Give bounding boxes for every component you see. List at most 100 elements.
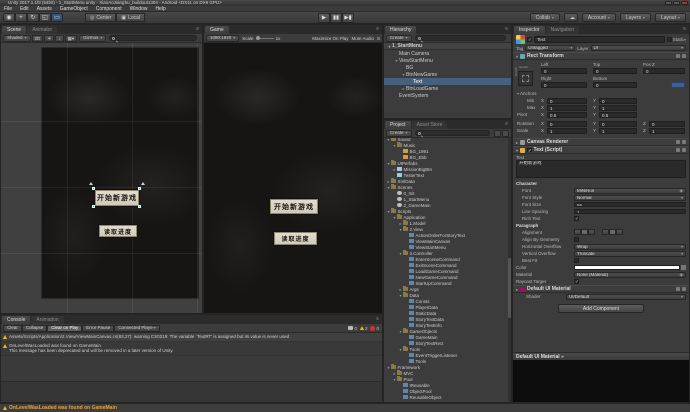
tab-navigation[interactable]: Navigation [546,26,580,34]
tab-asset-store[interactable]: Asset Store [412,121,448,129]
static-dropdown-icon[interactable]: ▾ [684,37,686,42]
foldout-arrow-icon[interactable]: ▾ [517,91,519,96]
rect-transform-header[interactable]: ▾ Rect Transform [513,52,689,60]
pause-button[interactable]: ▮▮ [330,13,342,23]
pivot-y-field[interactable]: 0.5 [599,112,637,118]
align-right-button[interactable] [588,229,595,235]
rect-tool-button[interactable]: ▭ [51,13,63,22]
menu-file[interactable]: File [0,6,16,12]
component-enabled-checkbox[interactable]: ✓ [527,148,532,153]
help-icon[interactable] [676,287,680,291]
gear-icon[interactable] [682,148,686,152]
scrollbar-thumb[interactable] [508,258,511,318]
close-button[interactable] [681,1,688,5]
shading-mode-dropdown[interactable]: Shaded▾ [3,35,31,42]
font-style-dropdown[interactable]: Normal▾ [574,195,686,201]
help-icon[interactable] [676,54,680,58]
pane-menu-icon[interactable]: ≡ [505,27,508,32]
mute-audio-button[interactable]: Mute Audio [351,36,374,41]
scale-tool-button[interactable]: ◱ [39,13,51,22]
hand-tool-button[interactable]: ◉ [3,13,15,22]
hierarchy-search-input[interactable] [415,35,506,41]
eyedropper-icon[interactable] [681,265,686,270]
pane-menu-icon[interactable]: ≡ [376,27,379,32]
scale-x-field[interactable]: 1 [547,128,587,134]
error-count-badge[interactable]: 0 [370,326,379,331]
layout-button[interactable]: Layout▾ [655,13,686,22]
gear-icon[interactable] [682,287,686,291]
console-clear-button[interactable]: Clear [3,325,22,332]
right-field[interactable]: 0 [541,82,587,88]
rect-handle[interactable] [92,205,95,208]
top-field[interactable]: 0 [593,68,637,74]
preview-header[interactable]: Default UI Material▸ [513,352,689,360]
active-checkbox[interactable]: ✓ [527,37,532,42]
min-y-field[interactable]: 0 [599,98,637,104]
max-y-field[interactable]: 1 [599,105,637,111]
maximize-button[interactable] [673,1,680,5]
gear-icon[interactable] [682,54,686,58]
left-field[interactable]: 0 [541,68,587,74]
rect-handle[interactable] [138,205,141,208]
console-error-pause-button[interactable]: Error Pause [82,325,114,332]
game-btn-load-game[interactable]: 读取进度 [273,231,318,246]
warning-count-badge[interactable]: 2 [360,326,368,331]
help-icon[interactable] [676,148,680,152]
menu-edit[interactable]: Edit [16,6,33,12]
aspect-dropdown[interactable]: 1080:1920▾ [206,35,239,42]
foldout-arrow-icon[interactable]: ▸ [516,140,518,145]
horizontal-overflow-dropdown[interactable]: Wrap▾ [574,244,686,250]
material-field[interactable]: None (Material)◉ [574,272,686,278]
raycast-target-checkbox[interactable]: ✓ [574,279,579,284]
static-checkbox[interactable] [667,37,672,42]
pivot-center-button[interactable]: ◎Center [85,13,116,22]
hierarchy-item-text[interactable]: Text [384,78,511,85]
scene-btn-load-game[interactable]: 读取进度 [98,224,138,238]
gameobject-name-field[interactable]: Text [534,36,665,43]
line-spacing-field[interactable]: 1 [574,209,686,215]
foldout-arrow-icon[interactable]: ▸ [516,287,518,292]
scale-z-field[interactable]: 1 [649,128,685,134]
log-count-badge[interactable]: 0 [348,326,357,331]
console-clear-on-play-button[interactable]: Clear on Play [47,325,82,332]
pane-menu-icon[interactable]: ≡ [505,122,508,127]
game-viewport[interactable]: 开始新游戏 读取进度 [204,43,382,313]
blueprint-mode-button[interactable] [671,82,685,88]
scale-y-field[interactable]: 1 [599,128,637,134]
layer-dropdown[interactable]: UI▾ [591,45,686,51]
account-button[interactable]: Account▾ [582,13,616,22]
space-local-button[interactable]: ▣Local [116,13,145,22]
tab-project[interactable]: Project [385,121,411,129]
posz-field[interactable]: 0 [643,68,685,74]
audio-toggle-icon[interactable]: ♪ [55,35,63,42]
best-fit-checkbox[interactable] [574,258,579,263]
scene-viewport[interactable]: 开始新游戏 读取进度 [1,43,202,313]
rotation-z-field[interactable]: 0 [649,121,685,127]
project-search-input[interactable] [415,130,490,136]
effects-dropdown-icon[interactable]: ▦▾ [65,35,78,42]
color-swatch[interactable] [574,265,680,270]
hierarchy-item-bg[interactable]: BG [384,64,511,71]
menu-window[interactable]: Window [126,6,152,12]
project-item-reusableobject[interactable]: ReusableObject [384,394,508,400]
align-center-button[interactable] [581,229,588,235]
step-button[interactable]: ▶▮ [342,13,354,23]
search-by-label-icon[interactable] [502,130,509,137]
hierarchy-item-btnloadgame[interactable]: ▸BtnLoadGame [384,85,511,92]
rotate-tool-button[interactable]: ↻ [27,13,39,22]
menu-component[interactable]: Component [92,6,126,12]
project-scrollbar[interactable] [508,138,511,402]
anchor-preset-button[interactable] [518,71,533,86]
console-collapse-button[interactable]: Collapse [22,325,48,332]
rect-handle[interactable] [92,187,95,190]
console-message[interactable]: Assets/Scripts/Application/2.View/ViewMa… [1,333,382,342]
lighting-toggle-icon[interactable]: ☀ [44,35,54,42]
foldout-arrow-icon[interactable]: ▾ [516,54,518,59]
hierarchy-item-main-camera[interactable]: Main Camera [384,50,511,57]
text-value-area[interactable]: 开始新游戏 [516,160,686,178]
tab-game[interactable]: Game [205,26,229,34]
console-connected-playe-button[interactable]: Connected Playe▾ [114,325,159,332]
tab-animation[interactable]: Animation [31,316,63,324]
pane-menu-icon[interactable]: ≡ [683,27,686,32]
align-middle-button[interactable] [609,229,616,235]
